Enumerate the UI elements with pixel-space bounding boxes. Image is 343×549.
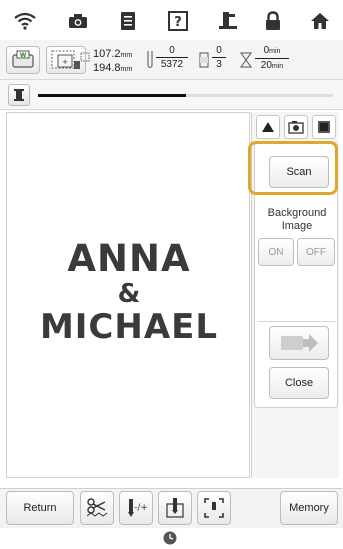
background-image-label-line1: Background (267, 207, 327, 219)
stitch-total: 5372 (160, 59, 184, 70)
bottom-toolbar: Return -/+ Memory (0, 488, 343, 528)
embroidery-preview-canvas[interactable]: ANNA & MICHAEL (6, 112, 250, 478)
background-image-label-line2: Image (281, 220, 313, 232)
embroidery-text-line-1: ANNA (67, 237, 191, 280)
time-total: 20 (260, 60, 272, 71)
tab-camera[interactable] (284, 115, 308, 139)
divider (258, 321, 336, 322)
clock-icon[interactable] (163, 531, 177, 545)
transfer-image-button[interactable] (269, 326, 329, 360)
embroidery-text-line-2: & (117, 279, 141, 309)
arrow-right-icon (281, 334, 318, 352)
svg-text:+: + (62, 58, 68, 66)
home-icon[interactable] (309, 10, 331, 32)
trial-button[interactable] (197, 491, 231, 525)
tab-edit[interactable] (256, 115, 280, 139)
stitch-current: 0 (156, 45, 188, 58)
time-counter: 0min 20min (255, 45, 289, 73)
frame-type-button[interactable]: W (6, 46, 40, 74)
memory-button[interactable]: Memory (280, 491, 338, 525)
stitch-progress-row (0, 80, 343, 110)
camera-icon[interactable] (67, 10, 89, 32)
thread-spool-button[interactable] (8, 84, 30, 106)
pattern-width: 107.2 (93, 48, 121, 60)
hourglass-icon (240, 52, 252, 68)
wifi-icon[interactable] (14, 10, 36, 32)
tension-icon: -/+ (128, 499, 148, 517)
color-current: 0 (212, 45, 226, 58)
embroidery-text-line-3: MICHAEL (39, 307, 219, 347)
document-icon[interactable] (117, 10, 139, 32)
stitch-counter: 0 5372 (156, 45, 188, 71)
help-icon[interactable]: ? (167, 10, 189, 32)
top-icon-bar: ? (0, 0, 343, 40)
stitch-progress-fill (38, 94, 186, 97)
lock-icon[interactable] (262, 10, 284, 32)
size-icon (80, 49, 90, 62)
thread-cutting-button[interactable] (80, 491, 114, 525)
scissors-icon (86, 498, 108, 517)
stitch-progress-bar[interactable] (38, 94, 333, 97)
svg-text:?: ? (174, 15, 182, 30)
background-off-button[interactable]: OFF (297, 238, 335, 266)
pattern-height: 194.8 (93, 62, 121, 74)
svg-text:-/+: -/+ (134, 503, 148, 513)
tension-button[interactable]: -/+ (119, 491, 153, 525)
thread-color-icon (199, 52, 209, 68)
background-on-button[interactable]: ON (258, 238, 294, 266)
return-button[interactable]: Return (6, 491, 74, 525)
svg-text:W: W (20, 52, 27, 59)
sewing-guide-icon[interactable] (217, 10, 239, 32)
pattern-info-row: W + 107.2mm 194.8mm 0 5372 0 3 0min 20mi… (0, 40, 343, 80)
close-button[interactable]: Close (269, 367, 329, 399)
scan-highlight (248, 141, 338, 195)
starting-point-button[interactable] (158, 491, 192, 525)
tab-background[interactable] (312, 115, 336, 139)
frame-trial-icon (204, 498, 224, 518)
pattern-dimensions: 107.2mm 194.8mm (93, 48, 133, 74)
color-total: 3 (216, 59, 222, 70)
needle-icon (146, 50, 154, 70)
color-counter: 0 3 (212, 45, 226, 71)
needle-position-icon (166, 498, 184, 518)
